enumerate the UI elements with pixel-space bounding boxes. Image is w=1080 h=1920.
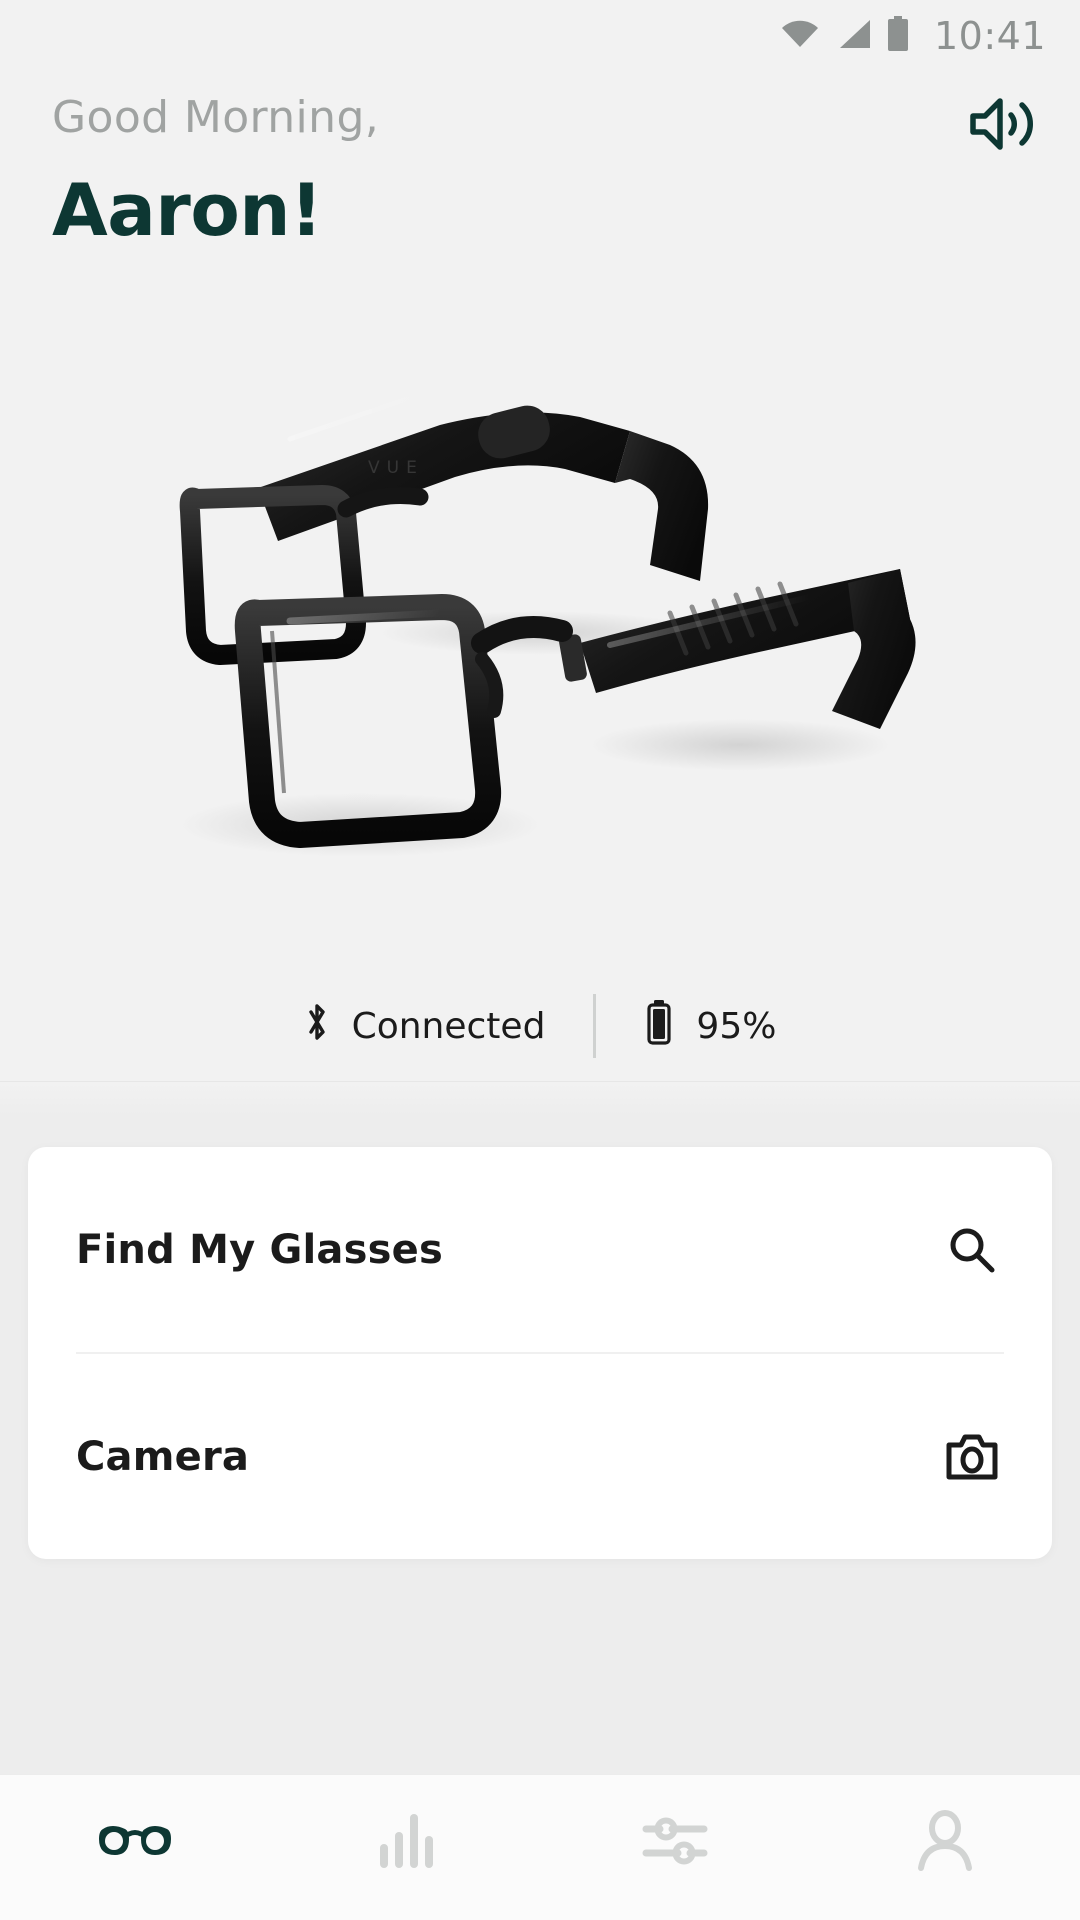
battery-icon <box>644 999 674 1054</box>
app-screen: 10:41 Good Morning, Aaron! VUE Connected… <box>0 0 1080 1920</box>
user-name: Aaron! <box>52 168 323 253</box>
greeting-line: Good Morning, <box>52 92 380 143</box>
section-separator <box>0 1081 1080 1116</box>
search-icon[interactable] <box>940 1223 1004 1277</box>
action-row-camera[interactable]: Camera <box>76 1354 1004 1559</box>
cellular-signal-icon <box>834 18 872 55</box>
nav-item-stats[interactable] <box>270 1801 540 1885</box>
bottom-navigation-bar <box>0 1774 1080 1920</box>
wifi-icon <box>780 19 820 54</box>
battery-label: 95% <box>696 1005 777 1047</box>
action-label: Find My Glasses <box>76 1226 443 1273</box>
volume-button[interactable] <box>964 90 1044 162</box>
connection-label: Connected <box>351 1005 546 1047</box>
sliders-icon <box>640 1811 710 1876</box>
action-row-find-my-glasses[interactable]: Find My Glasses <box>76 1147 1004 1352</box>
battery-status: 95% <box>596 999 776 1054</box>
connection-status: Connected <box>304 1000 594 1053</box>
brand-engraving: VUE <box>368 458 424 478</box>
status-bar-time: 10:41 <box>933 14 1046 58</box>
glasses-icon <box>93 1817 177 1870</box>
person-icon <box>915 1809 975 1877</box>
bluetooth-icon <box>304 1000 330 1053</box>
product-hero-image: VUE <box>0 253 1080 993</box>
nav-item-profile[interactable] <box>810 1801 1080 1885</box>
volume-speaker-icon <box>967 93 1041 160</box>
camera-icon[interactable] <box>940 1433 1004 1481</box>
greeting-section: Good Morning, Aaron! <box>0 72 1080 253</box>
bar-chart-icon <box>374 1812 436 1875</box>
action-label: Camera <box>76 1433 250 1480</box>
actions-section: Find My Glasses Camera <box>0 1115 1080 1774</box>
nav-item-settings[interactable] <box>540 1801 810 1885</box>
actions-card: Find My Glasses Camera <box>28 1147 1052 1560</box>
status-bar: 10:41 <box>0 0 1080 72</box>
glasses-product-illustration: VUE <box>179 388 916 858</box>
nav-item-glasses[interactable] <box>0 1801 270 1885</box>
battery-icon <box>886 15 910 57</box>
